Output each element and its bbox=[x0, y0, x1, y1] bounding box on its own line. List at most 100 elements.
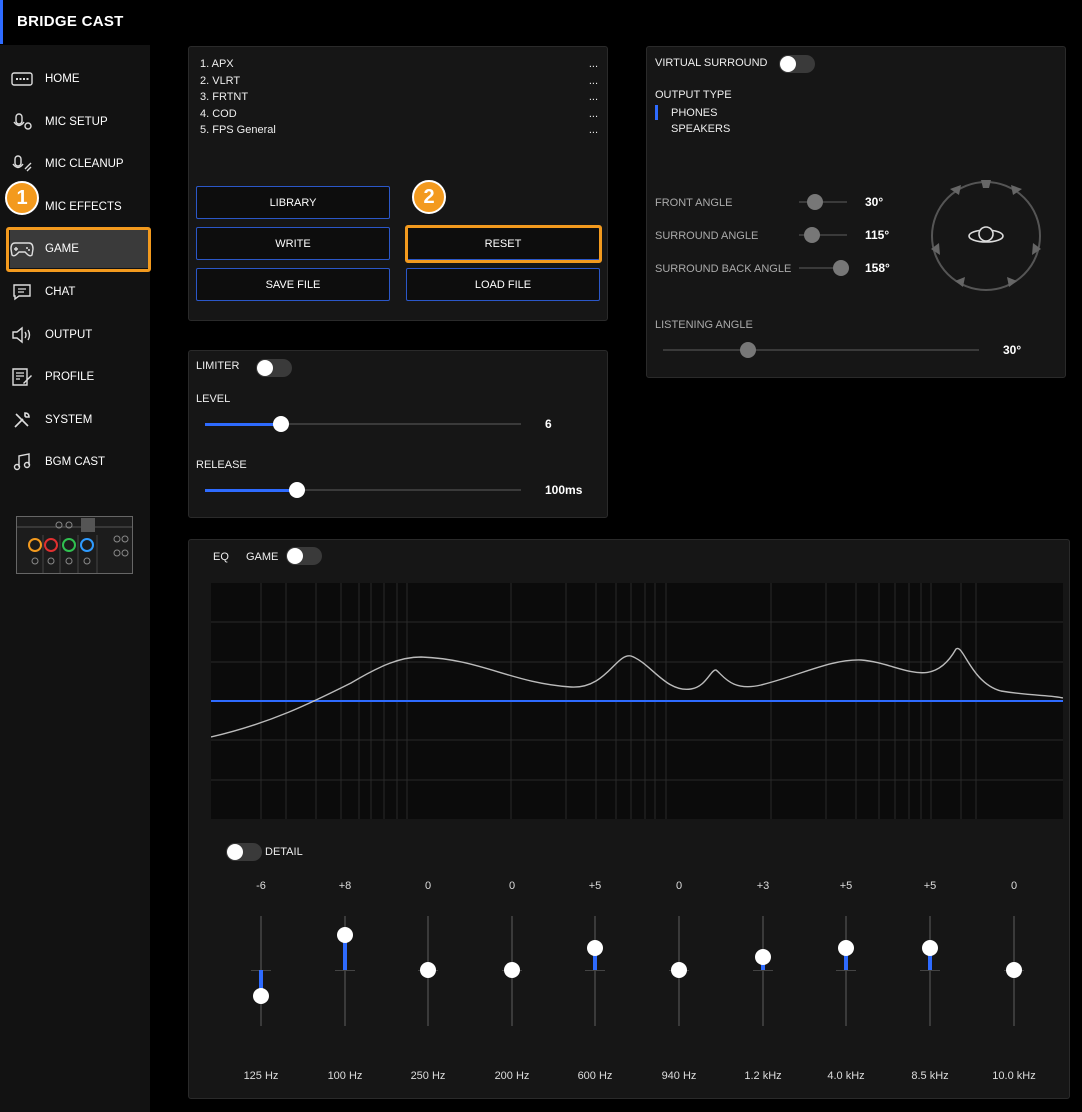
list-item[interactable]: 1. APX... bbox=[200, 58, 598, 75]
sidebar-item-label: HOME bbox=[45, 73, 80, 85]
write-button[interactable]: WRITE bbox=[196, 227, 390, 260]
eq-band-frequency: 200 Hz bbox=[494, 1070, 530, 1082]
save-file-button[interactable]: SAVE FILE bbox=[196, 268, 390, 301]
more-icon[interactable]: ... bbox=[589, 75, 598, 92]
slider-thumb[interactable] bbox=[253, 988, 269, 1005]
eq-band-value: 0 bbox=[675, 880, 683, 892]
slider-thumb[interactable] bbox=[288, 482, 305, 498]
slider-center-mark bbox=[753, 970, 773, 971]
sidebar-item-label: SYSTEM bbox=[45, 414, 93, 426]
eq-band-slider[interactable] bbox=[836, 916, 856, 1026]
toggle-knob bbox=[780, 56, 796, 72]
sidebar-item-label: MIC EFFECTS bbox=[45, 201, 122, 213]
listening-angle-slider[interactable] bbox=[663, 342, 979, 358]
slider-thumb[interactable] bbox=[587, 940, 603, 956]
eq-band-slider[interactable] bbox=[1004, 916, 1024, 1026]
sidebar-item-label: CHAT bbox=[45, 286, 76, 298]
library-button[interactable]: LIBRARY bbox=[196, 186, 390, 219]
level-label: LEVEL bbox=[196, 393, 231, 405]
device-thumbnail[interactable] bbox=[16, 516, 133, 574]
eq-band-slider[interactable] bbox=[251, 916, 271, 1026]
slider-track bbox=[929, 916, 931, 1026]
level-slider[interactable] bbox=[205, 416, 521, 432]
eq-band-slider[interactable] bbox=[418, 916, 438, 1026]
sidebar-item-label: MIC CLEANUP bbox=[45, 158, 124, 170]
sidebar-item-bgm-cast[interactable]: BGM CAST bbox=[10, 443, 148, 481]
slider-center-mark bbox=[585, 970, 605, 971]
list-item[interactable]: 3. FRTNT... bbox=[200, 91, 598, 108]
slider-thumb[interactable] bbox=[922, 940, 938, 956]
surround-angle-slider[interactable] bbox=[799, 227, 847, 243]
release-label: RELEASE bbox=[196, 459, 247, 471]
surround-back-angle-slider[interactable] bbox=[799, 260, 850, 276]
virtual-surround-toggle[interactable] bbox=[779, 55, 815, 73]
output-type-speakers[interactable]: SPEAKERS bbox=[671, 123, 730, 135]
slider-thumb[interactable] bbox=[420, 962, 436, 978]
slider-thumb[interactable] bbox=[671, 962, 687, 978]
callout-1: 1 bbox=[5, 181, 39, 215]
slider-track bbox=[663, 349, 979, 351]
slider-track bbox=[845, 916, 847, 1026]
slider-fill bbox=[205, 423, 281, 426]
eq-panel: EQ GAME DETAIL -6 125 Hz +8 100 Hz 0 250… bbox=[188, 539, 1070, 1099]
more-icon[interactable]: ... bbox=[589, 124, 598, 141]
preset-panel: 1. APX... 2. VLRT... 3. FRTNT... 4. COD.… bbox=[188, 46, 608, 321]
limiter-label: LIMITER bbox=[196, 360, 240, 372]
slider-thumb[interactable] bbox=[1006, 962, 1022, 978]
slider-thumb[interactable] bbox=[272, 416, 289, 432]
app-title: BRIDGE CAST bbox=[17, 13, 124, 30]
detail-toggle[interactable] bbox=[226, 843, 262, 861]
more-icon[interactable]: ... bbox=[589, 91, 598, 108]
release-slider[interactable] bbox=[205, 482, 521, 498]
eq-band-frequency: 940 Hz bbox=[661, 1070, 697, 1082]
sidebar-item-label: BGM CAST bbox=[45, 456, 106, 468]
limiter-toggle[interactable] bbox=[256, 359, 292, 377]
sidebar-item-system[interactable]: SYSTEM bbox=[10, 401, 148, 439]
eq-response-graph[interactable] bbox=[210, 583, 1064, 819]
slider-thumb[interactable] bbox=[337, 926, 353, 943]
eq-band-frequency: 4.0 kHz bbox=[827, 1070, 865, 1082]
sidebar-item-label: MIC SETUP bbox=[45, 116, 108, 128]
eq-toggle[interactable] bbox=[286, 547, 322, 565]
sidebar-item-chat[interactable]: CHAT bbox=[10, 273, 148, 311]
preset-list: 1. APX... 2. VLRT... 3. FRTNT... 4. COD.… bbox=[200, 58, 598, 141]
eq-band-slider[interactable] bbox=[753, 916, 773, 1026]
chat-icon bbox=[10, 282, 34, 302]
eq-band-slider[interactable] bbox=[669, 916, 689, 1026]
eq-band-slider[interactable] bbox=[920, 916, 940, 1026]
title-bar: BRIDGE CAST bbox=[0, 0, 1082, 44]
slider-thumb[interactable] bbox=[803, 227, 820, 243]
toggle-knob bbox=[287, 548, 303, 564]
slider-thumb[interactable] bbox=[838, 940, 854, 956]
more-icon[interactable]: ... bbox=[589, 58, 598, 75]
more-icon[interactable]: ... bbox=[589, 108, 598, 125]
slider-thumb[interactable] bbox=[504, 962, 520, 978]
wrench-icon bbox=[10, 410, 34, 430]
sidebar-item-mic-cleanup[interactable]: MIC CLEANUP bbox=[10, 145, 148, 183]
eq-band-value: +3 bbox=[756, 880, 770, 892]
eq-band-slider[interactable] bbox=[585, 916, 605, 1026]
surround-speaker-diagram bbox=[927, 177, 1045, 295]
sidebar-item-home[interactable]: HOME bbox=[10, 60, 148, 98]
profile-icon bbox=[10, 367, 34, 387]
slider-center-mark bbox=[836, 970, 856, 971]
eq-target-label: GAME bbox=[246, 551, 279, 563]
slider-center-mark bbox=[920, 970, 940, 971]
front-angle-slider[interactable] bbox=[799, 194, 847, 210]
eq-band-slider[interactable] bbox=[502, 916, 522, 1026]
eq-band-slider[interactable] bbox=[335, 916, 355, 1026]
sidebar-item-output[interactable]: OUTPUT bbox=[10, 316, 148, 354]
list-item[interactable]: 2. VLRT... bbox=[200, 75, 598, 92]
list-item[interactable]: 5. FPS General... bbox=[200, 124, 598, 141]
virtual-surround-panel: VIRTUAL SURROUND OUTPUT TYPE PHONES SPEA… bbox=[646, 46, 1066, 378]
list-item[interactable]: 4. COD... bbox=[200, 108, 598, 125]
output-type-phones[interactable]: PHONES bbox=[671, 107, 717, 119]
sidebar-item-mic-setup[interactable]: MIC SETUP bbox=[10, 103, 148, 141]
slider-thumb[interactable] bbox=[755, 948, 771, 965]
slider-thumb[interactable] bbox=[833, 260, 850, 276]
sidebar-item-profile[interactable]: PROFILE bbox=[10, 358, 148, 396]
slider-thumb[interactable] bbox=[806, 194, 823, 210]
load-file-button[interactable]: LOAD FILE bbox=[406, 268, 600, 301]
slider-thumb[interactable] bbox=[740, 342, 757, 358]
surround-back-angle-label: SURROUND BACK ANGLE bbox=[655, 263, 792, 275]
